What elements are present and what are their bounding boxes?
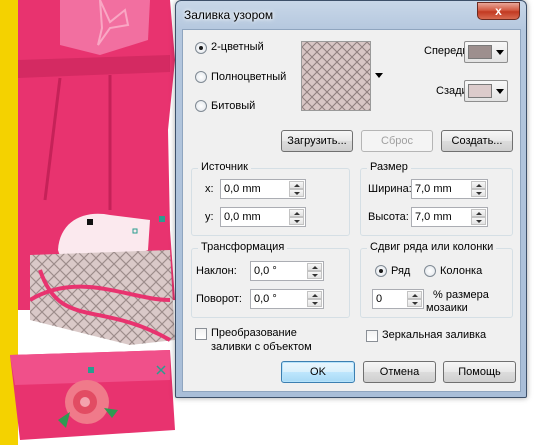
transform-with-object-label-line1[interactable]: Преобразование (211, 327, 297, 339)
spinner-arrows[interactable] (289, 181, 304, 197)
radio-row[interactable] (375, 265, 387, 277)
transform-with-object-checkbox[interactable] (195, 328, 207, 340)
origin-group-title: Источник (198, 161, 251, 173)
spin-up-icon[interactable] (471, 209, 486, 217)
spin-down-icon[interactable] (289, 189, 304, 197)
spinner-arrows[interactable] (289, 209, 304, 225)
dialog-title: Заливка узором (184, 8, 274, 22)
origin-group: Источник x: 0,0 mm y: 0,0 mm (191, 161, 350, 236)
offset-group: Сдвиг ряда или колонки Ряд Колонка 0 % р… (360, 241, 513, 318)
spin-down-icon[interactable] (307, 299, 322, 307)
radio-bitmap[interactable] (195, 100, 207, 112)
spinner-arrows[interactable] (471, 181, 486, 197)
load-button[interactable]: Загрузить... (281, 130, 353, 152)
spin-up-icon[interactable] (289, 209, 304, 217)
skew-value[interactable]: 0,0 ° (254, 265, 277, 277)
spin-down-icon[interactable] (471, 217, 486, 225)
pattern-dropdown-arrow-icon[interactable] (375, 73, 383, 78)
radio-column-label[interactable]: Колонка (440, 265, 482, 277)
width-value[interactable]: 7,0 mm (415, 183, 452, 195)
spin-up-icon[interactable] (407, 291, 422, 299)
skew-spinner[interactable]: 0,0 ° (250, 261, 324, 281)
ok-button[interactable]: OK (281, 361, 355, 383)
spin-up-icon[interactable] (307, 263, 322, 271)
create-button[interactable]: Создать... (441, 130, 513, 152)
radio-full-color-label[interactable]: Полноцветный (211, 71, 286, 83)
origin-y-spinner[interactable]: 0,0 mm (220, 207, 306, 227)
radio-two-color-label[interactable]: 2-цветный (211, 41, 264, 53)
spinner-arrows[interactable] (471, 209, 486, 225)
close-button[interactable]: x (477, 2, 520, 20)
transform-with-object-label-line2[interactable]: заливки с объектом (211, 341, 312, 353)
mirror-fill-checkbox[interactable] (366, 330, 378, 342)
spin-up-icon[interactable] (307, 291, 322, 299)
origin-y-value[interactable]: 0,0 mm (224, 211, 261, 223)
percent-label-line1: % размера (433, 289, 489, 301)
spin-up-icon[interactable] (471, 181, 486, 189)
transform-group: Трансформация Наклон: 0,0 ° Поворот: 0,0… (191, 241, 350, 318)
radio-column[interactable] (424, 265, 436, 277)
radio-row-label[interactable]: Ряд (391, 265, 410, 277)
chevron-down-icon (496, 50, 504, 55)
height-value[interactable]: 7,0 mm (415, 211, 452, 223)
width-label: Ширина: (368, 183, 412, 195)
rotate-label: Поворот: (196, 293, 242, 305)
spin-down-icon[interactable] (471, 189, 486, 197)
rotate-value[interactable]: 0,0 ° (254, 293, 277, 305)
origin-x-value[interactable]: 0,0 mm (224, 183, 261, 195)
origin-y-label: y: (205, 211, 214, 223)
mirror-fill-label[interactable]: Зеркальная заливка (382, 329, 486, 341)
radio-two-color[interactable] (195, 42, 207, 54)
offset-group-title: Сдвиг ряда или колонки (367, 241, 497, 253)
front-color-picker[interactable] (464, 41, 508, 63)
pattern-swatch-image (302, 42, 370, 110)
size-group-title: Размер (367, 161, 411, 173)
back-color-picker[interactable] (464, 80, 508, 102)
width-spinner[interactable]: 7,0 mm (411, 179, 488, 199)
rotate-spinner[interactable]: 0,0 ° (250, 289, 324, 309)
height-spinner[interactable]: 7,0 mm (411, 207, 488, 227)
spin-up-icon[interactable] (289, 181, 304, 189)
offset-spinner[interactable]: 0 (372, 289, 424, 309)
spin-down-icon[interactable] (289, 217, 304, 225)
dialog-content: 2-цветный Полноцветный Битовый Спереди: … (182, 29, 521, 392)
origin-x-spinner[interactable]: 0,0 mm (220, 179, 306, 199)
spin-down-icon[interactable] (307, 271, 322, 279)
pattern-preview[interactable] (301, 41, 371, 111)
size-group: Размер Ширина: 7,0 mm Высота: 7,0 mm (360, 161, 513, 236)
origin-x-label: x: (205, 183, 214, 195)
spin-down-icon[interactable] (407, 299, 422, 307)
radio-bitmap-label[interactable]: Битовый (211, 100, 255, 112)
help-button[interactable]: Помощь (443, 361, 516, 383)
cancel-button[interactable]: Отмена (363, 361, 436, 383)
front-color-swatch (468, 45, 492, 59)
title-bar[interactable]: Заливка узором x (176, 1, 526, 29)
chevron-down-icon (496, 89, 504, 94)
spinner-arrows[interactable] (307, 291, 322, 307)
spinner-arrows[interactable] (307, 263, 322, 279)
reset-button[interactable]: Сброс (361, 130, 433, 152)
radio-full-color[interactable] (195, 71, 207, 83)
pattern-fill-dialog: Заливка узором x 2-цветный Полноцветный … (175, 0, 527, 398)
percent-label-line2: мозаики (426, 302, 468, 314)
back-color-swatch (468, 84, 492, 98)
height-label: Высота: (368, 211, 409, 223)
spinner-arrows[interactable] (407, 291, 422, 307)
skew-label: Наклон: (196, 265, 237, 277)
transform-group-title: Трансформация (198, 241, 288, 253)
offset-value[interactable]: 0 (376, 293, 382, 305)
